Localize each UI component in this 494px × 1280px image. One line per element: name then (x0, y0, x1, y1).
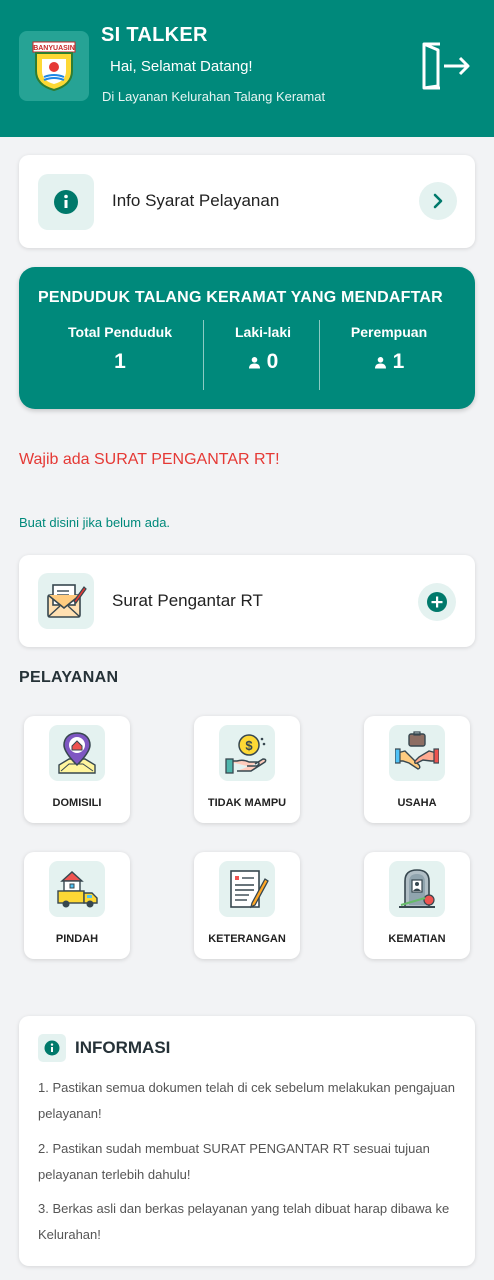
service-usaha[interactable]: USAHA (364, 716, 470, 823)
informasi-panel: INFORMASI 1. Pastikan semua dokumen tela… (19, 1016, 475, 1266)
service-pindah[interactable]: PINDAH (24, 852, 130, 959)
banyuasin-emblem-icon: BANYUASIN (32, 41, 76, 91)
add-surat-button[interactable] (418, 583, 456, 621)
logout-icon (422, 42, 470, 90)
service-domisili[interactable]: DOMISILI (24, 716, 130, 823)
coin-hand-icon: $ (219, 725, 275, 781)
plus-circle-icon (427, 592, 447, 612)
person-icon (374, 356, 386, 368)
stats-title: PENDUDUK TALANG KERAMAT YANG MENDAFTAR (38, 289, 443, 306)
gravestone-icon (389, 861, 445, 917)
service-label: DOMISILI (52, 797, 102, 809)
service-label: USAHA (397, 797, 437, 809)
document-pen-icon (219, 861, 275, 917)
service-label: KEMATIAN (388, 933, 446, 945)
service-label: TIDAK MAMPU (207, 797, 287, 809)
service-tidak-mampu[interactable]: $ TIDAK MAMPU (194, 716, 300, 823)
handshake-icon (389, 725, 445, 781)
surat-pengantar-label: Surat Pengantar RT (112, 591, 263, 610)
info-syarat-label: Info Syarat Pelayanan (112, 191, 280, 210)
greeting-text: Hai, Selamat Datang! (110, 58, 253, 75)
info-icon (38, 174, 94, 230)
informasi-title: INFORMASI (75, 1038, 171, 1057)
app-header: BANYUASIN SI TALKER Hai, Selamat Datang!… (0, 0, 494, 137)
subtitle-text: Di Layanan Kelurahan Talang Keramat (102, 89, 326, 104)
registered-stats-card: PENDUDUK TALANG KERAMAT YANG MENDAFTAR T… (19, 267, 475, 409)
create-surat-link[interactable]: Buat disini jika belum ada. (19, 515, 170, 530)
stat-male-label: Laki-laki (234, 324, 292, 340)
stats-divider (203, 320, 204, 390)
service-kematian[interactable]: KEMATIAN (364, 852, 470, 959)
stat-male: Laki-laki 0 (207, 324, 319, 374)
app-logo: BANYUASIN (19, 31, 89, 101)
warning-text: Wajib ada SURAT PENGANTAR RT! (19, 451, 280, 468)
logout-button[interactable] (418, 40, 472, 92)
stat-total-value: 1 (114, 350, 126, 373)
moving-truck-icon (49, 861, 105, 917)
person-icon (248, 356, 260, 368)
service-label: PINDAH (55, 933, 99, 945)
info-icon (38, 1034, 66, 1062)
svg-text:$: $ (245, 738, 253, 753)
app-title: SI TALKER (101, 24, 208, 46)
stat-male-value: 0 (266, 350, 279, 373)
stat-total: Total Penduduk 1 (57, 324, 183, 374)
stat-female-label: Perempuan (350, 324, 428, 340)
stat-female: Perempuan 1 (327, 324, 451, 374)
svg-text:BANYUASIN: BANYUASIN (33, 45, 75, 52)
location-home-icon (49, 725, 105, 781)
service-label: KETERANGAN (208, 933, 286, 945)
pelayanan-title: PELAYANAN (19, 669, 119, 686)
stat-total-label: Total Penduduk (68, 324, 172, 340)
letter-pen-icon (38, 573, 94, 629)
surat-pengantar-card[interactable]: Surat Pengantar RT (19, 555, 475, 647)
informasi-item: 1. Pastikan semua dokumen telah di cek s… (38, 1080, 455, 1121)
informasi-item: 3. Berkas asli dan berkas pelayanan yang… (38, 1201, 450, 1242)
info-syarat-card[interactable]: Info Syarat Pelayanan (19, 155, 475, 248)
stat-female-value: 1 (392, 350, 405, 373)
service-keterangan[interactable]: KETERANGAN (194, 852, 300, 959)
informasi-item: 2. Pastikan sudah membuat SURAT PENGANTA… (38, 1141, 430, 1182)
info-syarat-open-button[interactable] (419, 182, 457, 220)
stats-divider (319, 320, 320, 390)
chevron-right-icon (433, 193, 443, 209)
